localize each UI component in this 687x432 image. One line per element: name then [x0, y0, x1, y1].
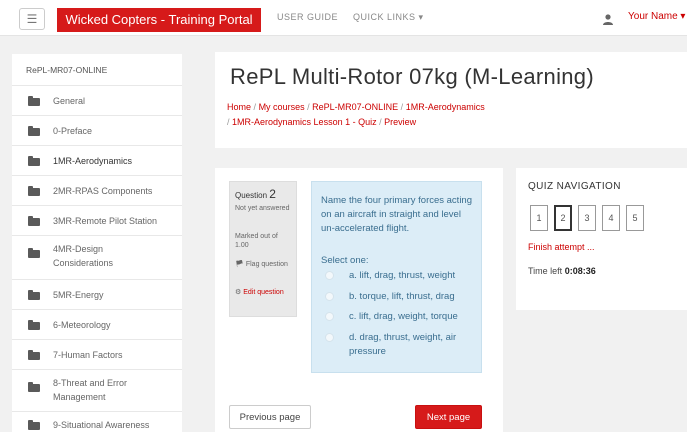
question-info: Question 2 Not yet answered Marked out o…: [229, 181, 297, 317]
folder-icon: [28, 216, 40, 226]
quiz-nav-question-1[interactable]: 1: [530, 205, 548, 231]
gear-icon: ⚙: [235, 289, 242, 296]
question-status: Not yet answered: [235, 205, 290, 212]
sidebar-item-threat-error-management[interactable]: 8-Threat and Error Management: [12, 369, 182, 411]
folder-icon: [28, 290, 40, 300]
question-marks: Marked out of 1.00: [235, 233, 278, 249]
sidebar-item-label: 8-Threat and Error Management: [53, 378, 128, 402]
next-page-button[interactable]: Next page: [415, 405, 482, 429]
top-navbar: ☰ Wicked Copters - Training Portal USER …: [0, 0, 687, 36]
site-brand[interactable]: Wicked Copters - Training Portal: [57, 8, 261, 32]
quiz-navigation-title: QUIZ NAVIGATION: [528, 181, 621, 192]
quiz-nav-question-5[interactable]: 5: [626, 205, 644, 231]
sidebar-item-energy[interactable]: 5MR-Energy: [12, 279, 182, 309]
breadcrumb-course[interactable]: RePL-MR07-ONLINE: [312, 102, 398, 112]
folder-icon: [28, 350, 40, 360]
sidebar-item-label: 4MR-Design Considerations: [53, 244, 114, 268]
question-number: Question 2: [235, 187, 276, 201]
hamburger-menu-button[interactable]: ☰: [19, 8, 45, 30]
user-icon: [602, 12, 614, 30]
radio-c[interactable]: [325, 312, 334, 321]
radio-a[interactable]: [325, 271, 334, 280]
answer-option-a[interactable]: a. lift, drag, thrust, weight: [325, 269, 475, 283]
radio-d[interactable]: [325, 333, 334, 342]
course-sidebar: RePL-MR07-ONLINE General 0-Preface 1MR-A…: [12, 54, 182, 432]
sidebar-item-human-factors[interactable]: 7-Human Factors: [12, 339, 182, 369]
select-one-label: Select one:: [321, 255, 369, 266]
sidebar-item-preface[interactable]: 0-Preface: [12, 115, 182, 145]
sidebar-item-label: 1MR-Aerodynamics: [53, 156, 133, 166]
course-code[interactable]: RePL-MR07-ONLINE: [26, 65, 107, 75]
question-panel: Question 2 Not yet answered Marked out o…: [215, 168, 503, 432]
quiz-nav-question-3[interactable]: 3: [578, 205, 596, 231]
sidebar-item-label: 2MR-RPAS Components: [53, 186, 153, 196]
sidebar-item-label: 5MR-Energy: [53, 290, 104, 300]
breadcrumb-my-courses[interactable]: My courses: [259, 102, 305, 112]
breadcrumb-preview[interactable]: Preview: [384, 117, 416, 127]
folder-icon: [28, 420, 40, 430]
sidebar-item-label: 9-Situational Awareness: [53, 420, 150, 430]
folder-icon: [28, 156, 40, 166]
breadcrumb: Home / My courses / RePL-MR07-ONLINE / 1…: [227, 102, 485, 127]
sidebar-item-design-considerations[interactable]: 4MR-Design Considerations: [12, 235, 182, 279]
breadcrumb-home[interactable]: Home: [227, 102, 251, 112]
previous-page-button[interactable]: Previous page: [229, 405, 311, 429]
breadcrumb-quiz[interactable]: 1MR-Aerodynamics Lesson 1 - Quiz: [232, 117, 377, 127]
sidebar-item-situational-awareness[interactable]: 9-Situational Awareness: [12, 411, 182, 432]
sidebar-item-label: General: [53, 96, 86, 106]
question-content: Name the four primary forces acting on a…: [311, 181, 482, 373]
sidebar-item-label: 7-Human Factors: [53, 350, 123, 360]
breadcrumb-section[interactable]: 1MR-Aerodynamics: [406, 102, 485, 112]
folder-icon: [28, 126, 40, 136]
hamburger-icon: ☰: [26, 12, 38, 26]
folder-icon: [28, 382, 40, 392]
answer-option-c[interactable]: c. lift, drag, weight, torque: [325, 310, 475, 324]
edit-question-link[interactable]: ⚙ Edit question: [235, 288, 293, 297]
quiz-nav-question-2[interactable]: 2: [554, 205, 572, 231]
sidebar-item-remote-pilot-station[interactable]: 3MR-Remote Pilot Station: [12, 205, 182, 235]
sidebar-item-label: 3MR-Remote Pilot Station: [53, 216, 158, 226]
flag-icon: 🏴︎: [235, 261, 244, 268]
page-title: RePL Multi-Rotor 07kg (M-Learning): [230, 64, 594, 89]
flag-question-link[interactable]: 🏴︎ Flag question: [235, 260, 293, 269]
answer-option-b[interactable]: b. torque, lift, thrust, drag: [325, 290, 475, 304]
folder-icon: [28, 320, 40, 330]
folder-icon: [28, 186, 40, 196]
quiz-nav-question-4[interactable]: 4: [602, 205, 620, 231]
sidebar-item-label: 0-Preface: [53, 126, 93, 136]
folder-icon: [28, 96, 40, 106]
radio-b[interactable]: [325, 292, 334, 301]
sidebar-item-meteorology[interactable]: 6-Meteorology: [12, 309, 182, 339]
finish-attempt-link[interactable]: Finish attempt ...: [528, 242, 595, 252]
nav-user-guide[interactable]: USER GUIDE: [277, 12, 338, 22]
answer-option-d[interactable]: d. drag, thrust, weight, air pressure: [325, 331, 475, 359]
time-left: Time left 0:08:36: [528, 266, 596, 276]
nav-quick-links[interactable]: QUICK LINKS ▾: [353, 12, 424, 23]
quiz-navigation: QUIZ NAVIGATION 1 2 3 4 5 Finish attempt…: [516, 168, 687, 310]
sidebar-item-rpas-components[interactable]: 2MR-RPAS Components: [12, 175, 182, 205]
sidebar-item-general[interactable]: General: [12, 85, 182, 115]
time-left-value: 0:08:36: [564, 266, 596, 276]
folder-icon: [28, 248, 40, 258]
sidebar-item-aerodynamics[interactable]: 1MR-Aerodynamics: [12, 145, 182, 175]
question-text: Name the four primary forces acting on a…: [321, 195, 473, 234]
page-header: RePL Multi-Rotor 07kg (M-Learning) Home …: [215, 52, 687, 148]
sidebar-item-label: 6-Meteorology: [53, 320, 111, 330]
user-menu[interactable]: Your Name ▾: [628, 11, 685, 22]
